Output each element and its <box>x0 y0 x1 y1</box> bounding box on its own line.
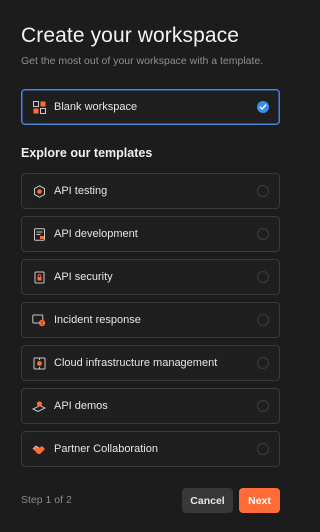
template-radio[interactable] <box>257 357 269 369</box>
template-option-api-demos[interactable]: API demos <box>21 388 280 424</box>
incident-response-icon <box>32 313 46 327</box>
template-option-cloud-infrastructure[interactable]: Cloud infrastructure management <box>21 345 280 381</box>
api-testing-icon <box>32 184 46 198</box>
api-development-icon <box>32 227 46 241</box>
blank-workspace-label: Blank workspace <box>54 101 138 113</box>
template-option-api-development[interactable]: API development <box>21 216 280 252</box>
template-option-api-testing[interactable]: API testing <box>21 173 280 209</box>
api-demos-icon <box>32 399 46 413</box>
selected-check-icon <box>257 101 269 113</box>
cloud-infrastructure-icon <box>32 356 46 370</box>
page-title: Create your workspace <box>21 24 240 47</box>
template-label: API development <box>54 228 138 240</box>
template-radio[interactable] <box>257 228 269 240</box>
templates-heading: Explore our templates <box>21 146 153 160</box>
template-radio[interactable] <box>257 314 269 326</box>
blank-workspace-icon <box>32 100 46 114</box>
template-option-api-security[interactable]: API security <box>21 259 280 295</box>
template-option-partner-collaboration[interactable]: Partner Collaboration <box>21 431 280 467</box>
template-label: Incident response <box>54 314 141 326</box>
page-subtitle: Get the most out of your workspace with … <box>21 55 264 67</box>
template-radio[interactable] <box>257 271 269 283</box>
step-indicator: Step 1 of 2 <box>21 494 72 506</box>
partner-collaboration-icon <box>32 442 46 456</box>
blank-workspace-option[interactable]: Blank workspace <box>21 89 280 125</box>
next-button[interactable]: Next <box>239 488 280 513</box>
template-option-incident-response[interactable]: Incident response <box>21 302 280 338</box>
template-radio[interactable] <box>257 443 269 455</box>
api-security-icon <box>32 270 46 284</box>
template-radio[interactable] <box>257 400 269 412</box>
template-label: API testing <box>54 185 108 197</box>
template-label: Cloud infrastructure management <box>54 357 218 369</box>
template-label: API security <box>54 271 113 283</box>
template-label: API demos <box>54 400 108 412</box>
template-label: Partner Collaboration <box>54 443 158 455</box>
template-radio[interactable] <box>257 185 269 197</box>
cancel-button[interactable]: Cancel <box>182 488 233 513</box>
